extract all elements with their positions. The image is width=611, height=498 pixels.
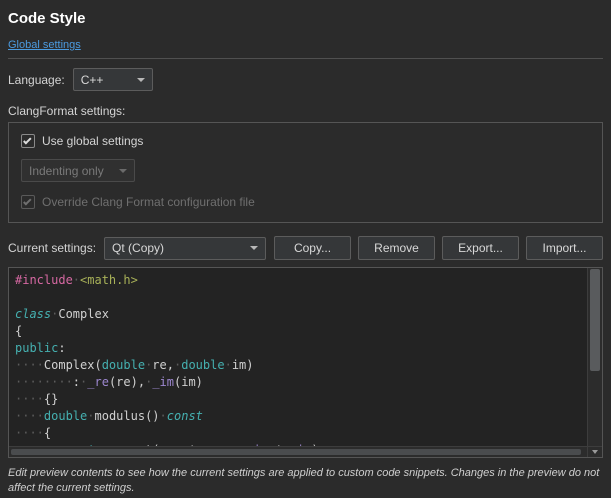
code-line: ····Complex(double·re,·double·im)	[15, 357, 587, 374]
vertical-scrollbar-thumb[interactable]	[590, 269, 600, 371]
code-line: {	[15, 323, 587, 340]
import-button[interactable]: Import...	[526, 236, 603, 260]
global-settings-link[interactable]: Global settings	[8, 39, 81, 51]
language-label: Language:	[8, 73, 65, 87]
indent-mode-value: Indenting only	[29, 164, 111, 178]
code-preview-editor[interactable]: #include·<math.h> class·Complex{public:·…	[8, 267, 603, 458]
horizontal-scrollbar[interactable]	[9, 446, 587, 457]
chevron-down-icon	[250, 246, 258, 250]
check-icon	[23, 136, 31, 144]
use-global-settings-label: Use global settings	[42, 134, 143, 148]
language-select-value: C++	[81, 73, 129, 87]
code-line	[15, 289, 587, 306]
settings-buttons: Copy... Remove Export... Import...	[274, 236, 603, 260]
override-clang-format-checkbox[interactable]: Override Clang Format configuration file	[21, 195, 590, 209]
override-clang-format-label: Override Clang Format configuration file	[42, 195, 255, 209]
code-line: ····{}	[15, 391, 587, 408]
remove-button[interactable]: Remove	[358, 236, 435, 260]
check-icon	[23, 197, 31, 205]
indent-mode-select[interactable]: Indenting only	[21, 159, 135, 182]
arrow-down-icon	[592, 450, 598, 454]
code-line: class·Complex	[15, 306, 587, 323]
use-global-settings-checkbox[interactable]: Use global settings	[21, 134, 590, 148]
code-line: public:	[15, 340, 587, 357]
language-row: Language: C++	[8, 68, 603, 91]
code-area[interactable]: #include·<math.h> class·Complex{public:·…	[9, 268, 587, 446]
chevron-down-icon	[137, 78, 145, 82]
code-line: ····double·modulus()·const	[15, 408, 587, 425]
clangformat-group: Use global settings Indenting only Overr…	[8, 122, 603, 223]
current-settings-row: Current settings: Qt (Copy) Copy... Remo…	[8, 236, 603, 260]
page-title: Code Style	[8, 10, 603, 27]
current-settings-select[interactable]: Qt (Copy)	[104, 237, 266, 260]
code-line: ····{	[15, 425, 587, 442]
code-style-page: Code Style Global settings Language: C++…	[0, 0, 611, 497]
chevron-down-icon	[119, 169, 127, 173]
scroll-down-button[interactable]	[587, 446, 602, 457]
clangformat-section-label: ClangFormat settings:	[8, 104, 603, 118]
copy-button[interactable]: Copy...	[274, 236, 351, 260]
vertical-scrollbar[interactable]	[587, 268, 602, 446]
current-settings-label: Current settings:	[8, 241, 96, 255]
current-settings-value: Qt (Copy)	[112, 241, 242, 255]
separator	[8, 58, 603, 59]
code-line: #include·<math.h>	[15, 272, 587, 289]
language-select[interactable]: C++	[73, 68, 153, 91]
export-button[interactable]: Export...	[442, 236, 519, 260]
checkbox-box	[21, 134, 35, 148]
footer-note: Edit preview contents to see how the cur…	[8, 466, 603, 497]
code-line: ········:·_re(re),·_im(im)	[15, 374, 587, 391]
horizontal-scrollbar-thumb[interactable]	[11, 449, 581, 455]
checkbox-box	[21, 195, 35, 209]
